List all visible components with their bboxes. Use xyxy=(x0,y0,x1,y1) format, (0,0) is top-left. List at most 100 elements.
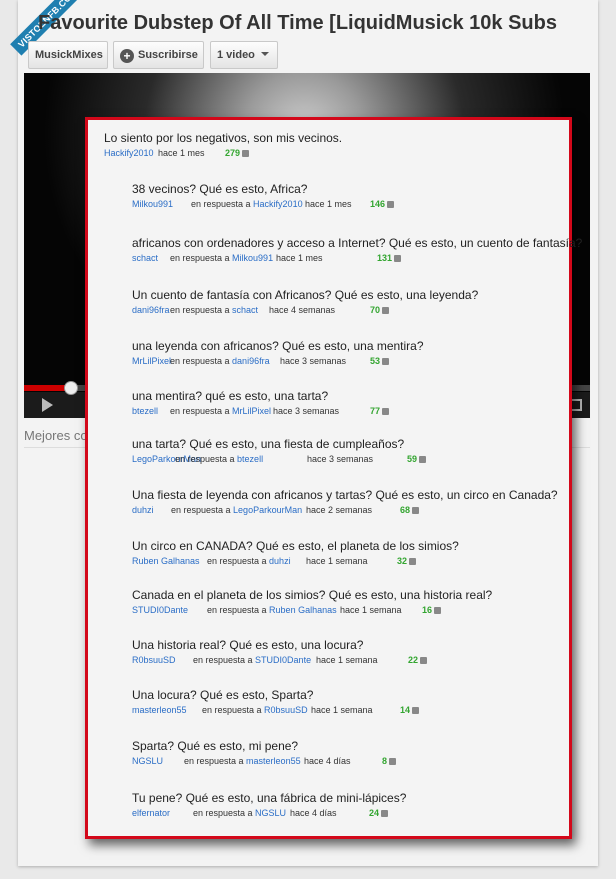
thumbs-up-icon[interactable] xyxy=(389,758,397,765)
thumbs-up-icon[interactable] xyxy=(382,307,390,314)
thumbs-up-icon[interactable] xyxy=(434,607,442,614)
thumbs-up-icon[interactable] xyxy=(420,657,428,664)
thumbs-up-icon[interactable] xyxy=(382,408,390,415)
reply-to-link[interactable]: dani96fra xyxy=(232,356,270,366)
reply-to-link[interactable]: MrLilPixel xyxy=(232,406,271,416)
comment-meta: LegoParkourMan en respuesta a btezell hace… xyxy=(132,454,612,466)
thumbs-up-icon[interactable] xyxy=(387,201,395,208)
video-count-dropdown[interactable]: 1 video xyxy=(210,41,278,69)
comment-author-link[interactable]: duhzi xyxy=(132,505,154,515)
thumbs-up-icon[interactable] xyxy=(412,707,420,714)
comment-author-link[interactable]: STUDI0Dante xyxy=(132,605,188,615)
comment-text: Sparta? Qué es esto, mi pene? xyxy=(132,739,299,753)
reply-to-link[interactable]: schact xyxy=(232,305,258,315)
comment-text: una leyenda con africanos? Qué es esto, … xyxy=(132,339,424,353)
reply-info: en respuesta a Milkou991 xyxy=(170,253,273,263)
comment-time: hace 2 semanas xyxy=(306,505,373,515)
reply-prefix: en respuesta a xyxy=(207,605,270,615)
comment-meta: R0bsuuSD en respuesta a STUDI0Dante hace 1… xyxy=(132,655,612,667)
reply-to-link[interactable]: LegoParkourMan xyxy=(233,505,302,515)
comment-author-link[interactable]: Ruben Galhanas xyxy=(132,556,200,566)
reply-info: en respuesta a dani96fra xyxy=(170,356,270,366)
thumbs-up-icon[interactable] xyxy=(242,150,250,157)
reply-to-link[interactable]: duhzi xyxy=(269,556,291,566)
comment-author-link[interactable]: R0bsuuSD xyxy=(132,655,176,665)
reply-to-link[interactable]: R0bsuuSD xyxy=(264,705,308,715)
reply-info: en respuesta a LegoParkourMan xyxy=(171,505,302,515)
subscribe-label: Suscribirse xyxy=(138,49,198,61)
comment-text: una mentira? qué es esto, una tarta? xyxy=(132,389,329,403)
reply-prefix: en respuesta a xyxy=(170,356,233,366)
comment-author-link[interactable]: masterleon55 xyxy=(132,705,187,715)
comment-author-link[interactable]: dani96fra xyxy=(132,305,170,315)
comment-time: hace 1 semana xyxy=(316,655,378,665)
video-count-label: 1 video xyxy=(217,49,255,61)
comment-author-link[interactable]: Hackify2010 xyxy=(104,148,154,158)
like-count: 24 xyxy=(369,808,389,818)
reply-to-link[interactable]: STUDI0Dante xyxy=(255,655,311,665)
like-count: 8 xyxy=(382,756,397,766)
like-count: 131 xyxy=(377,253,402,263)
comment-text: Canada en el planeta de los simios? Qué … xyxy=(132,588,493,602)
best-comments-label: Mejores co xyxy=(24,428,88,443)
thumbs-up-icon[interactable] xyxy=(381,810,389,817)
comment-item: Un cuento de fantasía con Africanos? Qué… xyxy=(132,288,612,317)
reply-to-link[interactable]: masterleon55 xyxy=(246,756,301,766)
reply-info: en respuesta a Hackify2010 xyxy=(191,199,303,209)
like-count: 14 xyxy=(400,705,420,715)
comment-text: Un cuento de fantasía con Africanos? Qué… xyxy=(132,288,479,302)
comment-meta: btezell en respuesta a MrLilPixel hace 3 s… xyxy=(132,406,612,418)
channel-button[interactable]: MusickMixes xyxy=(28,41,108,69)
comment-author-link[interactable]: btezell xyxy=(132,406,158,416)
thumbs-up-icon[interactable] xyxy=(412,507,420,514)
reply-to-link[interactable]: Milkou991 xyxy=(232,253,273,263)
comment-text: una tarta? Qué es esto, una fiesta de cu… xyxy=(132,437,405,451)
thumbs-up-icon[interactable] xyxy=(409,558,417,565)
comment-meta: schact en respuesta a Milkou991 hace 1 mes… xyxy=(132,253,612,265)
reply-prefix: en respuesta a xyxy=(170,305,233,315)
comment-text: africanos con ordenadores y acceso a Int… xyxy=(132,236,583,250)
reply-info: en respuesta a duhzi xyxy=(207,556,291,566)
reply-prefix: en respuesta a xyxy=(191,199,254,209)
reply-to-link[interactable]: Hackify2010 xyxy=(253,199,303,209)
thumbs-up-icon[interactable] xyxy=(419,456,427,463)
reply-info: en respuesta a NGSLU xyxy=(193,808,286,818)
comment-author-link[interactable]: schact xyxy=(132,253,158,263)
comment-time: hace 3 semanas xyxy=(280,356,347,366)
reply-prefix: en respuesta a xyxy=(193,655,256,665)
like-count: 32 xyxy=(397,556,417,566)
comment-time: hace 4 días xyxy=(304,756,351,766)
comment-time: hace 1 semana xyxy=(340,605,402,615)
reply-to-link[interactable]: Ruben Galhanas xyxy=(269,605,337,615)
channel-name: MusickMixes xyxy=(35,49,103,61)
reply-to-link[interactable]: btezell xyxy=(237,454,263,464)
comment-text: Un circo en CANADA? Qué es esto, el plan… xyxy=(132,539,459,553)
thumbs-up-icon[interactable] xyxy=(382,358,390,365)
comment-item: Un circo en CANADA? Qué es esto, el plan… xyxy=(132,539,612,568)
plus-icon: + xyxy=(120,49,134,63)
play-icon[interactable] xyxy=(42,398,53,412)
comment-item: Lo siento por los negativos, son mis vec… xyxy=(104,131,584,160)
like-count: 59 xyxy=(407,454,427,464)
like-count: 68 xyxy=(400,505,420,515)
comment-item: Sparta? Qué es esto, mi pene? NGSLU en res… xyxy=(132,739,612,768)
comment-author-link[interactable]: NGSLU xyxy=(132,756,163,766)
thumbs-up-icon[interactable] xyxy=(394,255,402,262)
comment-author-link[interactable]: elfernator xyxy=(132,808,170,818)
reply-prefix: en respuesta a xyxy=(193,808,256,818)
comment-meta: masterleon55 en respuesta a R0bsuuSD hace … xyxy=(132,705,612,717)
reply-prefix: en respuesta a xyxy=(207,556,270,566)
reply-prefix: en respuesta a xyxy=(170,406,233,416)
reply-prefix: en respuesta a xyxy=(184,756,247,766)
comment-item: Canada en el planeta de los simios? Qué … xyxy=(132,588,612,617)
video-title: Favourite Dubstep Of All Time [LiquidMus… xyxy=(38,12,557,34)
comment-item: una leyenda con africanos? Qué es esto, … xyxy=(132,339,612,368)
comment-author-link[interactable]: MrLilPixel xyxy=(132,356,171,366)
progress-handle[interactable] xyxy=(64,381,78,395)
comment-meta: MrLilPixel en respuesta a dani96fra hace 3… xyxy=(132,356,612,368)
comment-author-link[interactable]: Milkou991 xyxy=(132,199,173,209)
subscribe-button[interactable]: + Suscribirse xyxy=(113,41,204,69)
comment-time: hace 4 días xyxy=(290,808,337,818)
reply-to-link[interactable]: NGSLU xyxy=(255,808,286,818)
like-count: 16 xyxy=(422,605,442,615)
